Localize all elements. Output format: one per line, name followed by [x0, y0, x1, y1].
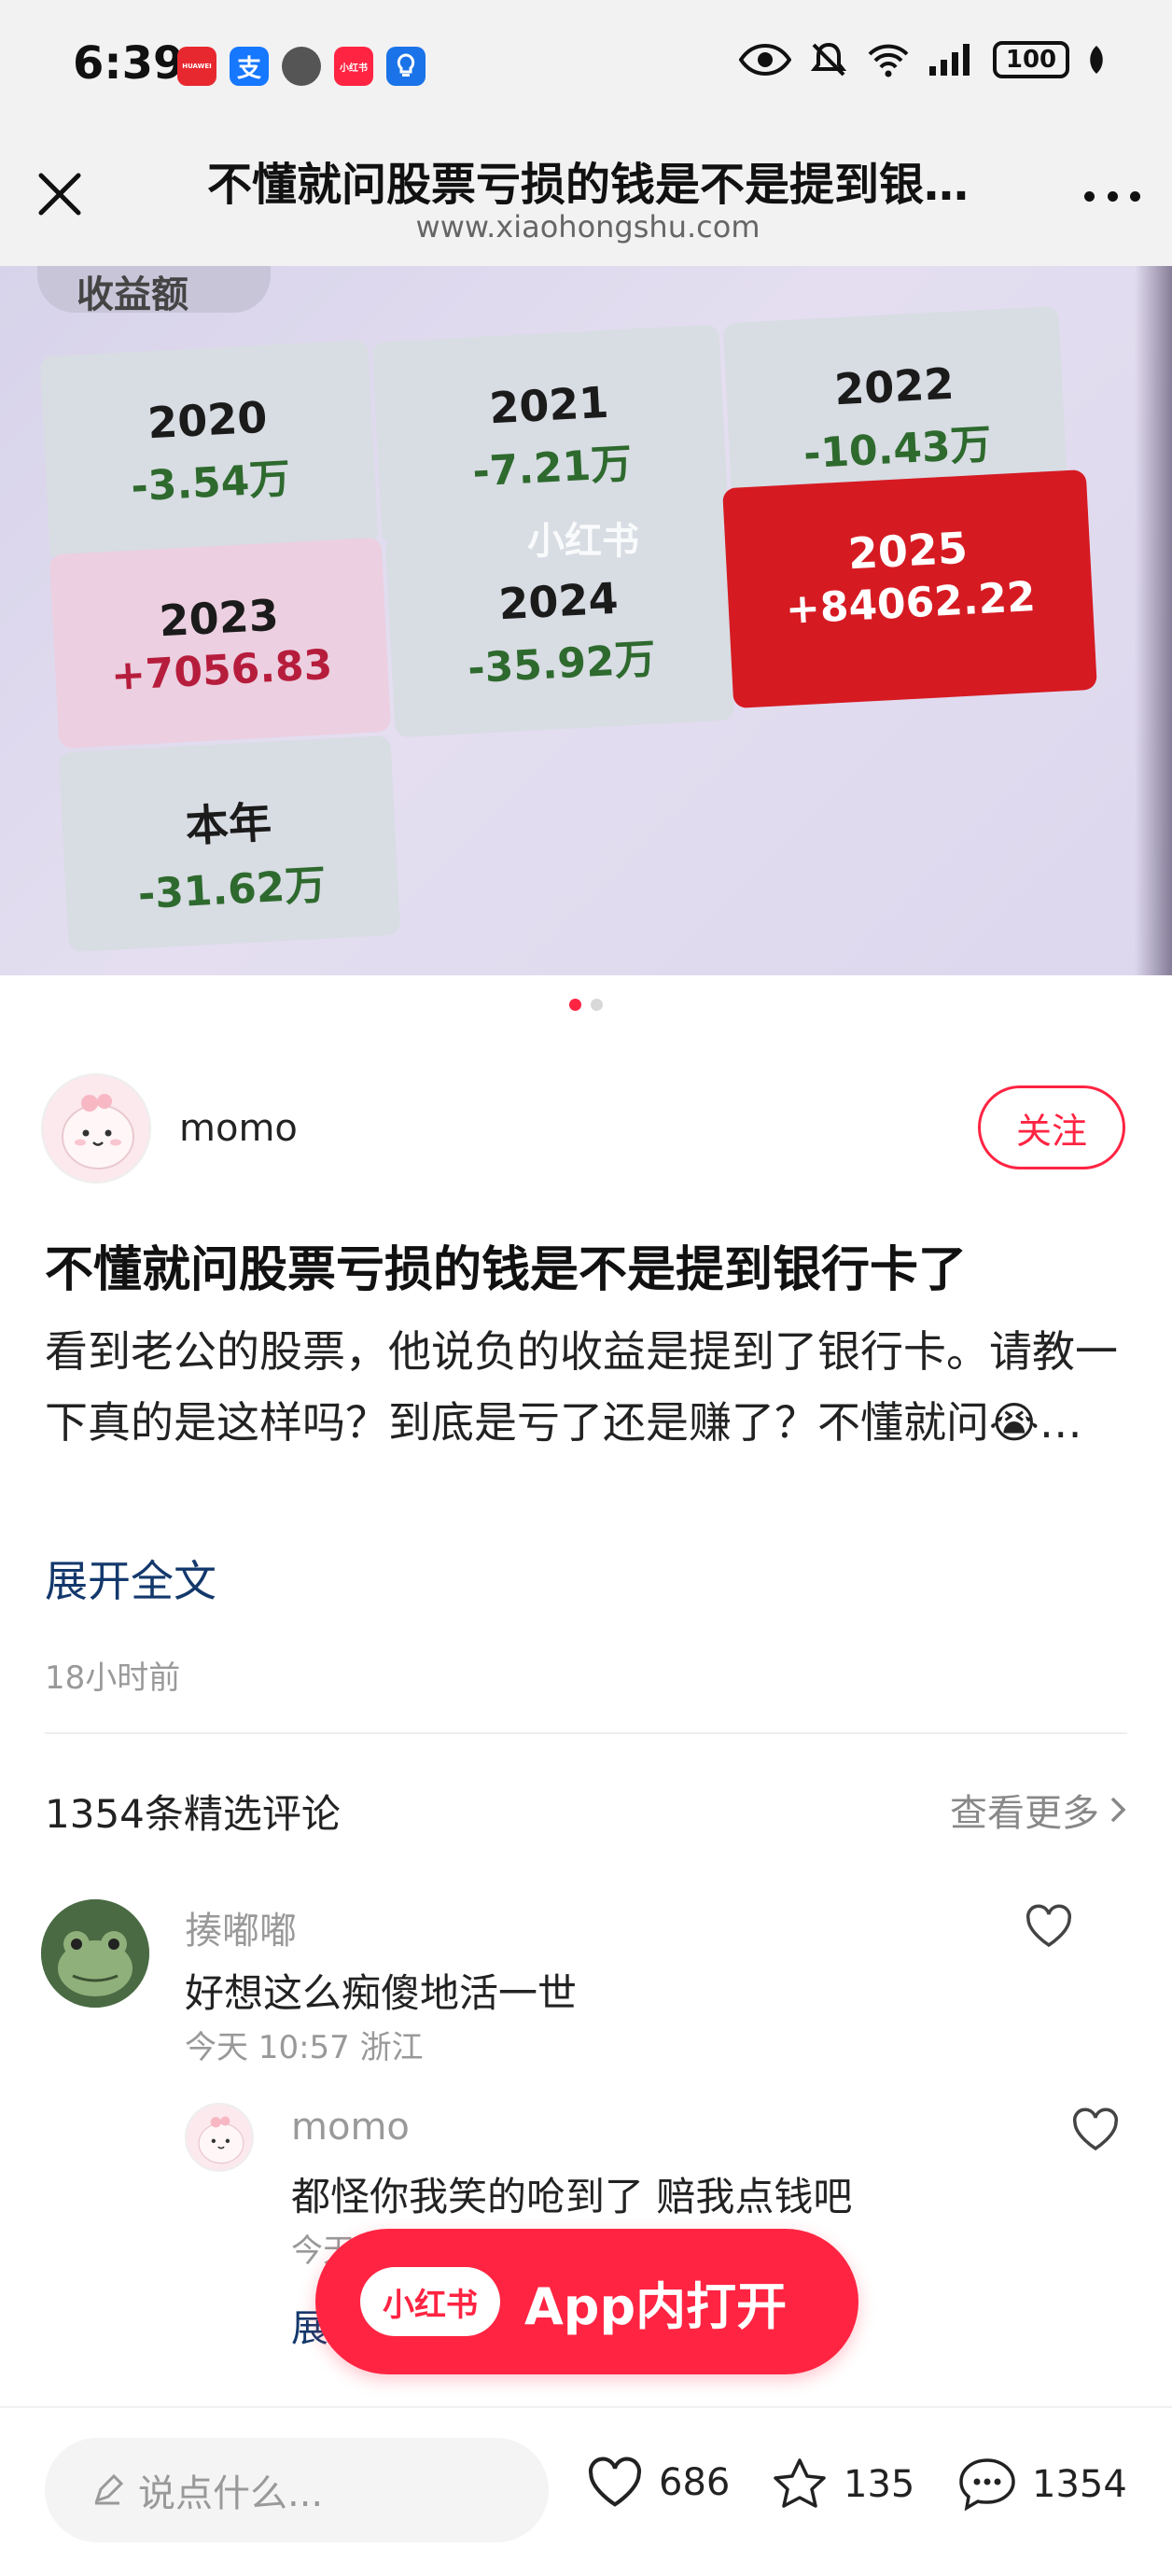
lightbulb-app-icon	[386, 47, 426, 86]
view-more-label: 查看更多	[950, 1792, 1099, 1835]
year-cell-2020: 2020 -3.54万	[39, 339, 379, 563]
heart-icon	[1026, 1904, 1072, 1948]
year-cell-this-year: 本年 -31.62万	[58, 735, 401, 953]
expand-full-text-link[interactable]: 展开全文	[45, 1547, 216, 1609]
bottom-bar: 说点什么... 686 135 1354	[0, 2406, 1172, 2576]
note-body: 看到老公的股票，他说负的收益是提到了银行卡。请教一下真的是这样吗？到底是亏了还是…	[45, 1326, 1118, 1448]
cartoon-avatar-icon	[62, 1094, 134, 1169]
mute-bell-icon	[810, 42, 847, 77]
frog-avatar-icon	[41, 1899, 149, 2008]
reply-username[interactable]: momo	[291, 2106, 410, 2149]
comment-input-placeholder: 说点什么...	[138, 2472, 324, 2515]
status-time: 6:39	[73, 37, 185, 90]
photo-tab-label: 收益额	[77, 273, 188, 316]
comment-like-button[interactable]	[1025, 1904, 1073, 1949]
signal-icon	[929, 44, 970, 76]
status-app-icons: HUAWEI 支 小红书	[177, 47, 426, 86]
carousel-dot	[591, 999, 603, 1011]
chat-bubble-icon	[959, 2458, 1015, 2512]
author-avatar[interactable]	[41, 1073, 151, 1183]
open-in-app-button[interactable]: 小红书 App内打开	[315, 2229, 858, 2374]
close-button[interactable]	[34, 168, 86, 220]
view-more-comments-button[interactable]: 查看更多	[950, 1783, 1127, 1837]
author-name[interactable]: momo	[179, 1107, 298, 1150]
watermark: 小红书	[527, 520, 639, 563]
year-cell-2025: 2025 +84062.22	[722, 469, 1097, 709]
huawei-app-icon: HUAWEI	[177, 47, 216, 86]
leaf-icon	[1090, 46, 1103, 74]
browser-header: 不懂就问股票亏损的钱是不是提到银… www.xiaohongshu.com	[0, 131, 1172, 266]
comment-username[interactable]: 揍嘟嘟	[185, 1900, 297, 1954]
eye-icon	[739, 44, 791, 76]
cell-amount: -35.92万	[467, 635, 657, 693]
divider	[45, 1732, 1127, 1734]
comment-count: 1354条精选评论	[45, 1791, 341, 1837]
pencil-icon	[94, 2474, 123, 2505]
battery-icon: 100	[993, 41, 1069, 78]
comment-count-bottom: 1354	[1032, 2463, 1127, 2506]
comments-button[interactable]: 1354	[957, 2457, 1127, 2513]
year-cell-2023: 2023 +7056.83	[49, 537, 392, 749]
more-menu-button[interactable]	[1084, 177, 1140, 215]
open-in-app-label: App内打开	[524, 2276, 788, 2336]
note-photo[interactable]: 收益额 2020 -3.54万 2021 -7.21万 2022 -10.43万…	[0, 266, 1172, 975]
like-button[interactable]: 686	[586, 2457, 730, 2509]
collect-button[interactable]: 135	[771, 2457, 914, 2513]
close-icon	[38, 173, 81, 216]
reply-avatar[interactable]	[185, 2103, 254, 2172]
comment-meta: 今天 10:57 浙江	[185, 2029, 424, 2066]
game-app-icon	[282, 47, 321, 86]
status-right-icons: 100	[739, 39, 1107, 80]
status-bar: 6:39 HUAWEI 支 小红书 100	[0, 0, 1172, 131]
note-title: 不懂就问股票亏损的钱是不是提到银行卡了	[45, 1242, 968, 1298]
comment-input[interactable]: 说点什么...	[45, 2438, 549, 2542]
cartoon-avatar-icon	[198, 2116, 244, 2164]
page-url: www.xiaohongshu.com	[415, 209, 760, 245]
heart-icon	[588, 2457, 642, 2507]
more-dot-icon	[1107, 190, 1118, 202]
like-count: 686	[659, 2461, 731, 2504]
cell-amount: -31.62万	[136, 861, 328, 919]
follow-button[interactable]: 关注	[978, 1085, 1125, 1169]
xiaohongshu-logo: 小红书	[360, 2267, 500, 2336]
heart-icon	[1072, 2107, 1119, 2151]
photo-edge-shadow	[1135, 266, 1172, 975]
more-dot-icon	[1130, 190, 1140, 202]
comment-text: 好想这么痴傻地活一世	[185, 1970, 578, 2016]
note-time: 18小时前	[45, 1659, 181, 1697]
reply-text: 都怪你我笑的呛到了 赔我点钱吧	[291, 2174, 853, 2219]
carousel-indicator	[0, 999, 1172, 1011]
cell-amount: -3.54万	[130, 455, 292, 511]
comment-avatar[interactable]	[41, 1899, 149, 2008]
collect-count: 135	[844, 2463, 915, 2506]
star-icon	[774, 2458, 826, 2508]
chevron-right-icon	[1110, 1797, 1126, 1823]
wifi-icon	[868, 44, 909, 77]
reply-like-button[interactable]	[1071, 2107, 1120, 2152]
alipay-app-icon: 支	[230, 47, 269, 86]
xiaohongshu-app-icon: 小红书	[334, 47, 373, 86]
page-title: 不懂就问股票亏损的钱是不是提到银…	[206, 159, 969, 211]
carousel-dot-active	[569, 999, 581, 1011]
more-dot-icon	[1084, 190, 1095, 202]
